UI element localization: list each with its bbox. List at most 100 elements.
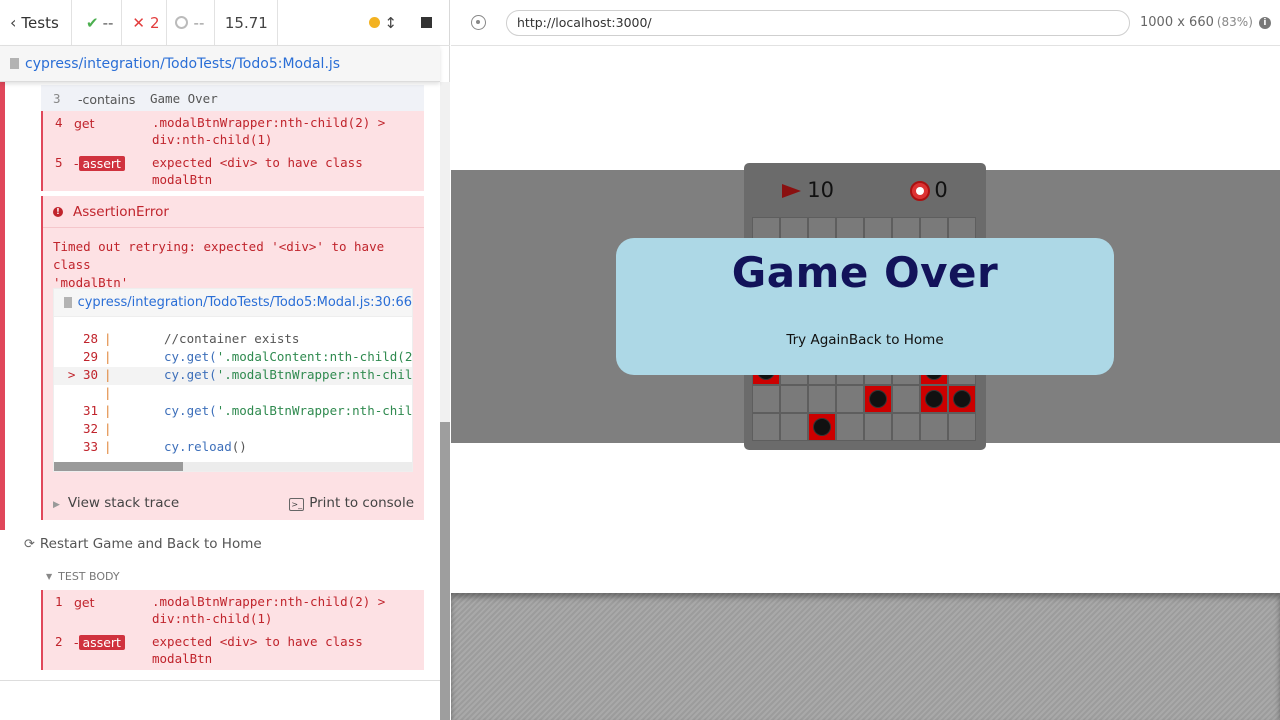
arrows-vertical-icon[interactable]: ↕: [384, 14, 397, 32]
grid-tile[interactable]: [892, 413, 920, 441]
passed-count[interactable]: ✔ --: [72, 0, 123, 46]
grid-tile[interactable]: [780, 413, 808, 441]
stop-icon[interactable]: [421, 17, 432, 28]
code-line: 31 | cy.get('.modalBtnWrapper:nth-chil: [82, 403, 412, 418]
grid-tile[interactable]: [808, 385, 836, 413]
command-name: -contains: [78, 92, 136, 107]
command-message-line1: expected <div> to have class: [152, 634, 363, 649]
tests-button[interactable]: ‹ Tests: [0, 0, 72, 46]
pending-ring-icon: [174, 16, 188, 29]
aut-header: http://localhost:3000/ 1000 x 660 (83%) i: [451, 0, 1280, 46]
code-line: 28 | //container exists: [82, 331, 300, 346]
file-icon: [10, 58, 19, 69]
code-frame: cypress/integration/TodoTests/Todo5:Moda…: [53, 288, 413, 472]
grid-tile[interactable]: [864, 413, 892, 441]
grid-tile[interactable]: [836, 385, 864, 413]
bomb-icon[interactable]: [864, 385, 892, 413]
status-dot-icon: [369, 17, 381, 28]
pending-count[interactable]: --: [167, 0, 216, 46]
grid-tile[interactable]: [780, 385, 808, 413]
code-line: 32 |: [82, 421, 112, 436]
command-number: 3: [53, 91, 61, 106]
failed-count[interactable]: ✕ 2: [122, 0, 167, 46]
failed-test-indicator: [0, 82, 5, 530]
caret-down-icon: ▼: [46, 572, 53, 581]
error-footer: ▶ View stack trace >_ Print to console: [43, 486, 424, 520]
bomb-icon[interactable]: [920, 385, 948, 413]
grid-tile[interactable]: [892, 385, 920, 413]
aut-background: [451, 593, 1280, 720]
error-header: ! AssertionError: [43, 196, 424, 228]
alarm-clock-icon: [910, 181, 931, 201]
test-title: Restart Game and Back to Home: [39, 536, 262, 552]
test-body-label[interactable]: ▼ TEST BODY: [46, 570, 120, 583]
command-message-line2: modalBtn: [152, 172, 213, 187]
terminal-icon: >_: [289, 498, 305, 511]
command-number: 4: [55, 115, 63, 130]
command-message-line1: .modalBtnWrapper:nth-child(2) >: [152, 115, 386, 130]
modal-buttons: Try Again Back to Home: [616, 332, 1114, 348]
chevron-left-icon: ‹: [10, 13, 17, 32]
test-title-row[interactable]: ⟳ Restart Game and Back to Home: [24, 534, 262, 554]
error-message: Timed out retrying: expected '<div>' to …: [53, 239, 385, 290]
grid-tile[interactable]: [920, 413, 948, 441]
runnable-list: 3 -contains Game Over 4 get .modalBtnWra…: [0, 82, 440, 680]
command-row[interactable]: 5 - assert expected <div> to have class m…: [41, 151, 424, 191]
command-number: 5: [55, 155, 63, 170]
reporter-panel: ‹ Tests ✔ -- ✕ 2 -- 15.71 ↕ cypress/inte…: [0, 0, 450, 720]
pending-value: --: [193, 13, 205, 32]
code-line: 29 | cy.get('.modalContent:nth-child(2: [82, 349, 412, 364]
duration: 15.71: [215, 0, 279, 46]
command-name: get: [74, 595, 95, 610]
command-number: 2: [55, 634, 63, 649]
x-icon: ✕: [132, 13, 145, 32]
code-frame-file[interactable]: cypress/integration/TodoTests/Todo5:Moda…: [54, 289, 412, 317]
grid-tile[interactable]: [948, 413, 976, 441]
crosshair-icon[interactable]: [471, 15, 486, 30]
command-row[interactable]: 3 -contains Game Over: [41, 85, 424, 111]
command-message-line1: expected <div> to have class: [152, 155, 363, 170]
view-stack-trace-toggle[interactable]: ▶ View stack trace: [53, 495, 179, 511]
modal-title: Game Over: [731, 248, 999, 297]
command-name: - assert: [74, 156, 125, 171]
bomb-icon[interactable]: [808, 413, 836, 441]
url-bar[interactable]: http://localhost:3000/: [506, 9, 1130, 36]
assert-badge: assert: [78, 635, 125, 650]
command-message-line2: div:nth-child(1): [152, 132, 273, 147]
reporter-scrollbar[interactable]: [440, 82, 450, 720]
spec-path-link[interactable]: cypress/integration/TodoTests/Todo5:Moda…: [25, 56, 340, 72]
zoom-level: (83%): [1216, 15, 1253, 29]
passed-value: --: [102, 13, 114, 32]
command-message-line2: div:nth-child(1): [152, 611, 273, 626]
error-title: AssertionError: [73, 203, 169, 220]
caret-right-icon: ▶: [53, 500, 60, 510]
spec-bar: cypress/integration/TodoTests/Todo5:Moda…: [0, 46, 440, 82]
grid-tile[interactable]: [752, 385, 780, 413]
code-scrollbar[interactable]: [54, 462, 412, 471]
command-message-line2: modalBtn: [152, 651, 213, 666]
code-scrollbar-thumb[interactable]: [54, 462, 183, 471]
command-row[interactable]: 1 get .modalBtnWrapper:nth-child(2) > di…: [41, 590, 424, 630]
timer: 0: [910, 178, 948, 202]
command-number: 1: [55, 594, 63, 609]
command-row[interactable]: 2 - assert expected <div> to have class m…: [41, 630, 424, 670]
bomb-icon[interactable]: [948, 385, 976, 413]
info-icon[interactable]: i: [1258, 16, 1271, 29]
reporter-scrollbar-thumb[interactable]: [440, 422, 450, 720]
board-status: 10 0: [744, 163, 986, 217]
print-to-console-button[interactable]: >_ Print to console: [289, 495, 414, 511]
grid-tile[interactable]: [752, 413, 780, 441]
command-name: get: [74, 116, 95, 131]
back-to-home-button[interactable]: Back to Home: [849, 332, 944, 348]
failed-value: 2: [149, 13, 160, 32]
command-message: Game Over: [150, 91, 218, 106]
command-row[interactable]: 4 get .modalBtnWrapper:nth-child(2) > di…: [41, 111, 424, 151]
code-line-highlighted: > 30 | cy.get('.modalBtnWrapper:nth-chil: [54, 367, 412, 385]
code-frame-link[interactable]: cypress/integration/TodoTests/Todo5:Moda…: [78, 295, 412, 310]
code-line: |: [104, 385, 112, 400]
stats-bar: ‹ Tests ✔ -- ✕ 2 -- 15.71 ↕: [0, 0, 450, 46]
try-again-button[interactable]: Try Again: [786, 332, 848, 348]
reporter-footer: [0, 680, 440, 720]
grid-tile[interactable]: [836, 413, 864, 441]
error-icon: !: [53, 206, 63, 217]
